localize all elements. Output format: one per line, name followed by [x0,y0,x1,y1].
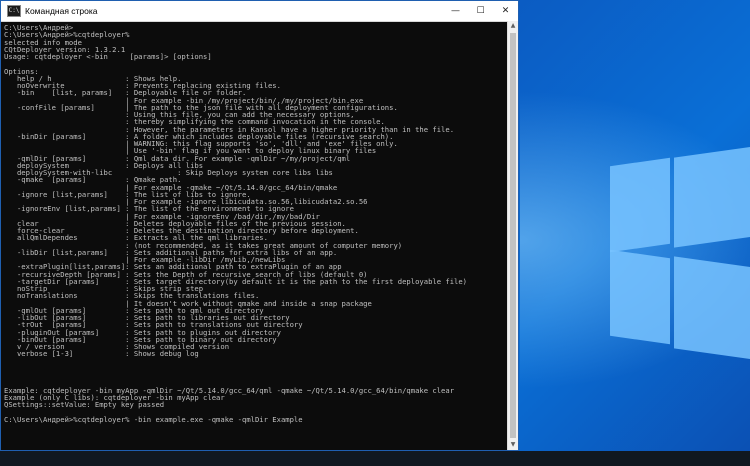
console-line: C:\Users\Андрей>%cqtdeployer% -bin examp… [4,414,303,424]
console-line: verbose [1-3] : Shows debug log [4,349,199,359]
minimize-button[interactable]: — [443,1,468,21]
windows-logo [600,146,750,360]
scroll-thumb[interactable] [510,33,516,438]
window-title: Командная строка [25,6,98,16]
console-window[interactable]: C:\ Командная строка — ☐ ✕ C:\Users\Андр… [0,0,519,451]
taskbar[interactable] [0,451,750,466]
close-button[interactable]: ✕ [493,1,518,21]
cmd-icon: C:\ [7,5,21,17]
console-line: Usage: cqtdeployer <-bin [params]> [opti… [4,52,212,61]
scroll-up-arrow-icon[interactable]: ▲ [508,21,518,31]
maximize-button[interactable]: ☐ [468,1,493,21]
title-bar[interactable]: C:\ Командная строка — ☐ ✕ [1,1,518,22]
scroll-down-arrow-icon[interactable]: ▼ [508,440,518,450]
console-line: QSettings::setValue: Empty key passed [4,400,165,409]
console-output[interactable]: C:\Users\Андрей> C:\Users\Андрей>%cqtdepl… [1,21,508,450]
vertical-scrollbar[interactable]: ▲ ▼ [507,21,518,450]
